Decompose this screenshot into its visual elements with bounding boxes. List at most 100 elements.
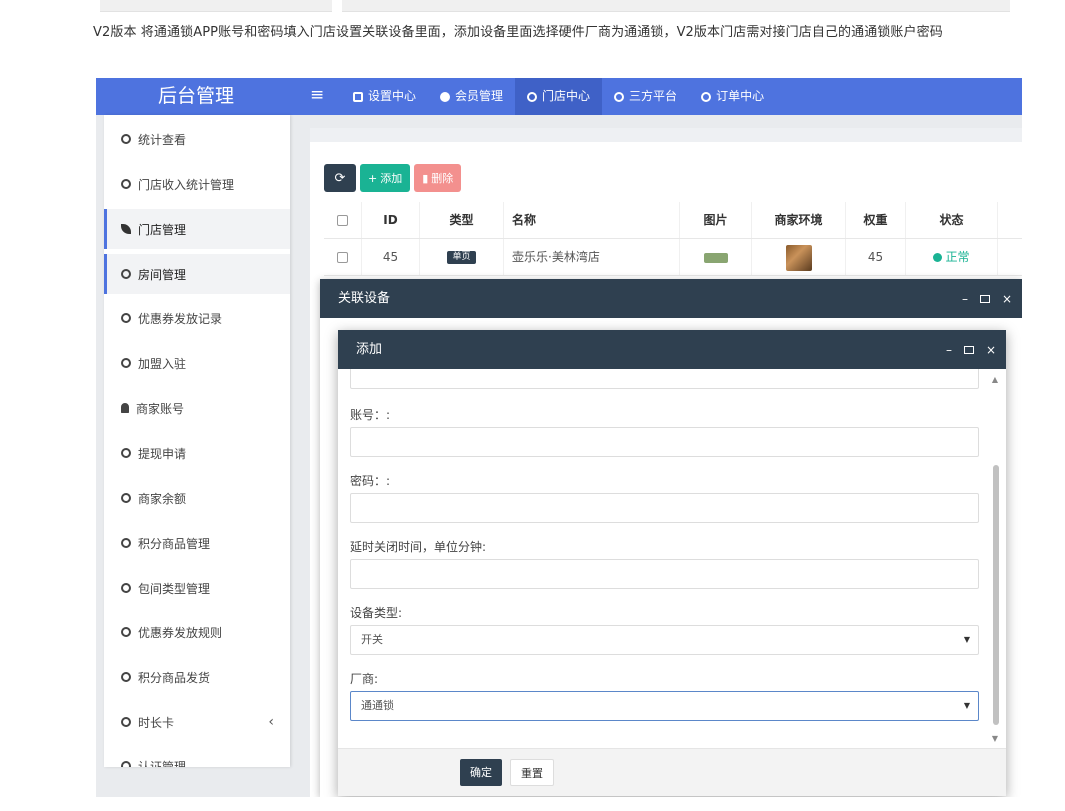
form-scrollbar[interactable]: ▲ ▼ bbox=[992, 369, 1001, 747]
account-label: 账号：: bbox=[350, 408, 391, 422]
add-button[interactable]: + 添加 bbox=[360, 164, 411, 192]
column-header[interactable]: 权重 bbox=[846, 202, 906, 238]
nav-item-settings[interactable]: 设置中心 bbox=[341, 78, 428, 115]
cell-type: 单页 bbox=[420, 239, 504, 275]
nav-item-stores[interactable]: 门店中心 bbox=[515, 78, 603, 115]
device-form: 账号：: 密码：: 延时关闭时间，单位分钟: 设备类型: 开关 ▼ 厂商: 通通… bbox=[338, 369, 1006, 748]
cell-weight: 45 bbox=[846, 239, 906, 275]
article-top-strip bbox=[100, 0, 1010, 12]
scrollbar-thumb[interactable] bbox=[993, 465, 999, 725]
column-header[interactable]: ID bbox=[362, 202, 420, 238]
top-navbar: 后台管理 ≡ 设置中心 会员管理 门店中心 三方平台 订单中心 bbox=[96, 78, 1022, 115]
row-select-cell bbox=[324, 239, 362, 275]
column-header[interactable]: 状态 bbox=[906, 202, 998, 238]
delay-label: 延时关闭时间，单位分钟: bbox=[350, 540, 487, 554]
sidebar-item-label: 积分商品发货 bbox=[138, 670, 211, 685]
sidebar-item-merchant-account[interactable]: 商家账号 bbox=[104, 389, 290, 427]
nav-item-label: 订单中心 bbox=[716, 89, 765, 103]
circle-icon bbox=[121, 538, 131, 548]
circle-icon bbox=[121, 627, 131, 637]
column-header[interactable]: 类型 bbox=[420, 202, 504, 238]
collapse-caret-icon[interactable]: ‹ bbox=[268, 714, 274, 730]
sidebar-item-label: 门店收入统计管理 bbox=[138, 177, 235, 192]
store-logo-thumbnail[interactable] bbox=[703, 252, 728, 263]
sidebar-item-balance[interactable]: 商家余额 bbox=[104, 479, 290, 517]
sidebar-item-label: 商家账号 bbox=[136, 401, 185, 416]
sidebar-item-label: 积分商品管理 bbox=[138, 536, 211, 551]
type-badge: 单页 bbox=[447, 251, 476, 264]
sidebar: 统计查看 门店收入统计管理 门店管理 房间管理 优惠券发放记录 加盟入驻 商家账… bbox=[104, 115, 290, 767]
reset-button[interactable]: 重置 bbox=[510, 759, 554, 786]
refresh-button[interactable]: ⟳ bbox=[324, 164, 356, 192]
environment-thumbnail[interactable] bbox=[785, 244, 812, 271]
device-type-label: 设备类型: bbox=[350, 606, 403, 620]
sidebar-item-withdraw[interactable]: 提现申请 bbox=[104, 434, 290, 472]
sidebar-item-label: 商家余额 bbox=[138, 491, 187, 506]
sidebar-item-points-shipping[interactable]: 积分商品发货 bbox=[104, 658, 290, 696]
status-dot-icon bbox=[933, 253, 943, 262]
row-checkbox[interactable] bbox=[337, 252, 348, 263]
refresh-icon: ⟳ bbox=[334, 170, 346, 186]
table-row[interactable]: 45 单页 壶乐乐·美林湾店 45 正常 bbox=[324, 239, 1022, 276]
brand-title: 后台管理 bbox=[157, 85, 234, 107]
gears-icon bbox=[353, 91, 363, 102]
nav-item-members[interactable]: 会员管理 bbox=[428, 78, 515, 115]
sidebar-item-room-types[interactable]: 包间类型管理 bbox=[104, 569, 290, 607]
sidebar-item-label: 门店管理 bbox=[138, 222, 187, 237]
sidebar-item-franchise[interactable]: 加盟入驻 bbox=[104, 344, 290, 382]
hamburger-menu-icon[interactable]: ≡ bbox=[310, 85, 324, 105]
confirm-button[interactable]: 确定 bbox=[460, 759, 502, 786]
sidebar-item-verification[interactable]: 认证管理 bbox=[104, 747, 290, 767]
dialog-footer: 确定 重置 bbox=[338, 748, 1006, 796]
sidebar-item-duration-card[interactable]: 时长卡 ‹ bbox=[104, 703, 290, 741]
column-header[interactable]: 商家环境 bbox=[752, 202, 846, 238]
vendor-value: 通通锁 bbox=[361, 699, 394, 712]
vendor-select[interactable]: 通通锁 ▼ bbox=[350, 691, 979, 721]
maximize-icon[interactable] bbox=[979, 294, 990, 303]
nav-item-label: 门店中心 bbox=[542, 89, 591, 103]
nav-item-third-party[interactable]: 三方平台 bbox=[602, 78, 689, 115]
nav-item-label: 设置中心 bbox=[368, 89, 417, 103]
sidebar-item-points-goods[interactable]: 积分商品管理 bbox=[104, 524, 290, 562]
dialog-title-text: 添加 bbox=[356, 342, 383, 357]
previous-field-input[interactable] bbox=[350, 369, 979, 389]
nav-item-orders[interactable]: 订单中心 bbox=[689, 78, 776, 115]
column-header[interactable]: 名称 bbox=[504, 202, 680, 238]
delay-input[interactable] bbox=[350, 559, 979, 589]
sidebar-item-label: 优惠券发放记录 bbox=[138, 311, 223, 326]
sidebar-item-store-income[interactable]: 门店收入统计管理 bbox=[104, 165, 290, 203]
minimize-icon[interactable]: – bbox=[962, 292, 968, 306]
scroll-up-arrow-icon[interactable]: ▲ bbox=[992, 375, 998, 384]
maximize-icon[interactable] bbox=[963, 345, 974, 354]
column-header[interactable]: 图片 bbox=[680, 202, 752, 238]
sidebar-item-room-management[interactable]: 房间管理 bbox=[104, 254, 290, 294]
minimize-icon[interactable]: – bbox=[946, 343, 952, 357]
dialog-title: 添加 bbox=[338, 330, 1006, 369]
trash-icon: ▮ bbox=[422, 171, 429, 185]
sidebar-item-coupon-records[interactable]: 优惠券发放记录 bbox=[104, 299, 290, 337]
account-input[interactable] bbox=[350, 427, 979, 457]
delete-button[interactable]: ▮ 删除 bbox=[414, 164, 462, 192]
top-strip-block bbox=[100, 0, 332, 12]
circle-icon bbox=[121, 493, 131, 503]
password-input[interactable] bbox=[350, 493, 979, 523]
add-button-label: 添加 bbox=[380, 172, 403, 185]
select-all-checkbox[interactable] bbox=[337, 215, 348, 226]
circle-icon bbox=[121, 717, 131, 727]
sidebar-item-label: 时长卡 bbox=[138, 715, 175, 730]
close-icon[interactable]: × bbox=[986, 343, 996, 357]
sidebar-item-stats[interactable]: 统计查看 bbox=[104, 120, 290, 158]
circle-icon bbox=[121, 134, 131, 144]
device-type-select[interactable]: 开关 ▼ bbox=[350, 625, 979, 655]
close-icon[interactable]: × bbox=[1002, 292, 1012, 306]
sidebar-item-coupon-rules[interactable]: 优惠券发放规则 bbox=[104, 613, 290, 651]
sidebar-item-label: 包间类型管理 bbox=[138, 581, 211, 596]
sidebar-item-store-management[interactable]: 门店管理 bbox=[104, 209, 290, 249]
top-strip-block bbox=[342, 0, 1010, 12]
scroll-down-arrow-icon[interactable]: ▼ bbox=[992, 734, 998, 743]
table-toolbar: ⟳ + 添加 ▮ 删除 bbox=[324, 164, 462, 192]
cell-image bbox=[680, 239, 752, 275]
cell-name: 壶乐乐·美林湾店 bbox=[504, 239, 680, 275]
delete-button-label: 删除 bbox=[431, 172, 454, 185]
cell-environment bbox=[752, 239, 846, 275]
